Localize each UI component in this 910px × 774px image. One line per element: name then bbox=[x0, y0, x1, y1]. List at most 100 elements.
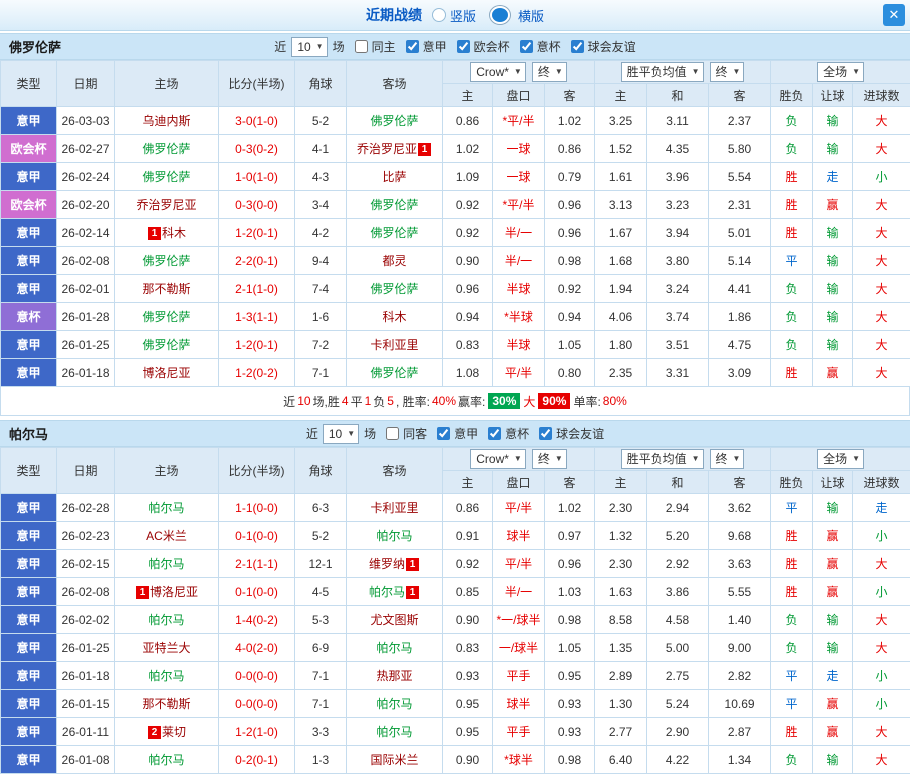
filter-checkbox[interactable] bbox=[488, 427, 501, 440]
euro-draw-odds: 3.11 bbox=[647, 107, 709, 135]
asian-home-odds: 0.93 bbox=[443, 662, 493, 690]
letball-result-cell: 输 bbox=[813, 494, 853, 522]
radio-vertical[interactable]: 竖版 bbox=[432, 6, 476, 25]
filter-checkbox[interactable] bbox=[457, 40, 470, 53]
euro-draw-odds: 5.00 bbox=[647, 634, 709, 662]
summary-bar: 近10场,胜4平1负5, 胜率:40% 赢率: 30% 大 90% 单率:80% bbox=[0, 387, 910, 416]
result-cell: 平 bbox=[771, 247, 813, 275]
away-team: 佛罗伦萨 bbox=[347, 107, 443, 135]
odds-company-select[interactable]: Crow*▼ bbox=[470, 449, 526, 469]
asian-handicap: 半/一 bbox=[493, 247, 545, 275]
column-subheader: 盘口 bbox=[493, 471, 545, 494]
euro-draw-odds: 2.92 bbox=[647, 550, 709, 578]
euro-draw-odds: 4.35 bbox=[647, 135, 709, 163]
summary-text: 10 bbox=[296, 394, 311, 408]
euro-lose-odds: 1.34 bbox=[709, 746, 771, 774]
recent-count-select[interactable]: 10▼ bbox=[291, 37, 327, 57]
euro-lose-odds: 9.68 bbox=[709, 522, 771, 550]
asian-handicap: 半球 bbox=[493, 331, 545, 359]
away-team-name: 佛罗伦萨 bbox=[370, 226, 418, 240]
euro-draw-odds: 3.96 bbox=[647, 163, 709, 191]
matches-label: 场 bbox=[364, 425, 376, 442]
corner-score: 3-4 bbox=[295, 191, 347, 219]
filter-checkbox[interactable] bbox=[437, 427, 450, 440]
table-row: 意甲26-03-03乌迪内斯3-0(1-0)5-2佛罗伦萨0.86*平/半1.0… bbox=[1, 107, 910, 135]
column-subheader: 让球 bbox=[813, 84, 853, 107]
away-team-name: 佛罗伦萨 bbox=[370, 114, 418, 128]
asian-home-odds: 0.96 bbox=[443, 275, 493, 303]
home-team-name: 乔治罗尼亚 bbox=[136, 198, 196, 212]
match-filters: 近10▼场同主意甲欧会杯意杯球会友谊 bbox=[272, 37, 637, 57]
radio-horizontal[interactable]: 横版 bbox=[486, 5, 544, 25]
corner-score: 4-1 bbox=[295, 135, 347, 163]
results-table: 类型日期主场比分(半场)角球客场Crow*▼终▼胜平负均值▼终▼全场▼主盘口客主… bbox=[0, 447, 910, 774]
goals-result-cell: 大 bbox=[853, 359, 910, 387]
filter-checkbox[interactable] bbox=[520, 40, 533, 53]
match-date: 26-02-20 bbox=[57, 191, 115, 219]
column-subheader: 主 bbox=[595, 471, 647, 494]
home-team-name: 帕尔马 bbox=[148, 613, 184, 627]
avg-type-select[interactable]: 胜平负均值▼ bbox=[621, 62, 704, 82]
avg-type-select[interactable]: 胜平负均值▼ bbox=[621, 449, 704, 469]
summary-text: 大 bbox=[522, 393, 536, 410]
asian-away-odds: 1.02 bbox=[545, 107, 595, 135]
result-cell: 负 bbox=[771, 135, 813, 163]
filter-checkbox[interactable] bbox=[355, 40, 368, 53]
asian-handicap: 半/一 bbox=[493, 219, 545, 247]
asian-away-odds: 0.96 bbox=[545, 219, 595, 247]
asian-home-odds: 1.09 bbox=[443, 163, 493, 191]
scope-select[interactable]: 全场▼ bbox=[817, 62, 864, 82]
result-cell: 负 bbox=[771, 303, 813, 331]
avg-time-select[interactable]: 终▼ bbox=[710, 449, 745, 469]
result-cell: 平 bbox=[771, 662, 813, 690]
odds-select-group: Crow*▼ 终▼ bbox=[443, 448, 595, 471]
euro-lose-odds: 2.82 bbox=[709, 662, 771, 690]
asian-handicap: 平/半 bbox=[493, 550, 545, 578]
avg-time-select[interactable]: 终▼ bbox=[710, 62, 745, 82]
match-date: 26-02-02 bbox=[57, 606, 115, 634]
filter-checkbox[interactable] bbox=[539, 427, 552, 440]
euro-draw-odds: 4.58 bbox=[647, 606, 709, 634]
summary-text: 场,胜 bbox=[312, 393, 341, 410]
away-team-name: 卡利亚里 bbox=[370, 338, 418, 352]
filter-checkbox[interactable] bbox=[386, 427, 399, 440]
home-team-name: 乌迪内斯 bbox=[142, 114, 190, 128]
recent-count-select-value: 10 bbox=[297, 39, 310, 55]
goals-result-cell: 小 bbox=[853, 690, 910, 718]
home-team-name: 亚特兰大 bbox=[142, 641, 190, 655]
chevron-down-icon: ▼ bbox=[852, 64, 860, 80]
odds-time-select[interactable]: 终▼ bbox=[532, 449, 567, 469]
euro-lose-odds: 5.14 bbox=[709, 247, 771, 275]
table-row: 意甲26-01-18博洛尼亚1-2(0-2)7-1佛罗伦萨1.08平/半0.80… bbox=[1, 359, 910, 387]
asian-away-odds: 0.86 bbox=[545, 135, 595, 163]
euro-lose-odds: 4.41 bbox=[709, 275, 771, 303]
filter-checkbox[interactable] bbox=[406, 40, 419, 53]
letball-result-cell: 走 bbox=[813, 662, 853, 690]
asian-home-odds: 0.95 bbox=[443, 718, 493, 746]
recent-count-select[interactable]: 10▼ bbox=[323, 424, 359, 444]
asian-handicap: 平手 bbox=[493, 718, 545, 746]
match-score: 1-0(1-0) bbox=[219, 163, 295, 191]
asian-handicap: *一/球半 bbox=[493, 606, 545, 634]
euro-win-odds: 3.25 bbox=[595, 107, 647, 135]
red-card-badge: 1 bbox=[418, 143, 431, 156]
result-cell: 胜 bbox=[771, 578, 813, 606]
home-team-name: 佛罗伦萨 bbox=[142, 254, 190, 268]
column-header: 主场 bbox=[115, 448, 219, 494]
close-button[interactable]: ✕ bbox=[883, 4, 905, 26]
odds-time-select[interactable]: 终▼ bbox=[532, 62, 567, 82]
asian-home-odds: 0.92 bbox=[443, 219, 493, 247]
filter-checkbox[interactable] bbox=[571, 40, 584, 53]
home-team-name: 那不勒斯 bbox=[142, 282, 190, 296]
column-header: 日期 bbox=[57, 448, 115, 494]
home-team: 1博洛尼亚 bbox=[115, 578, 219, 606]
table-row: 意甲26-01-112莱切1-2(1-0)3-3帕尔马0.95平手0.932.7… bbox=[1, 718, 910, 746]
filter-label: 同客 bbox=[403, 425, 427, 442]
asian-away-odds: 0.94 bbox=[545, 303, 595, 331]
euro-win-odds: 2.30 bbox=[595, 494, 647, 522]
odds-company-select[interactable]: Crow*▼ bbox=[470, 62, 526, 82]
scope-select[interactable]: 全场▼ bbox=[817, 449, 864, 469]
league-badge: 意甲 bbox=[1, 219, 57, 247]
asian-home-odds: 0.92 bbox=[443, 550, 493, 578]
home-team-name: 莱切 bbox=[162, 725, 186, 739]
